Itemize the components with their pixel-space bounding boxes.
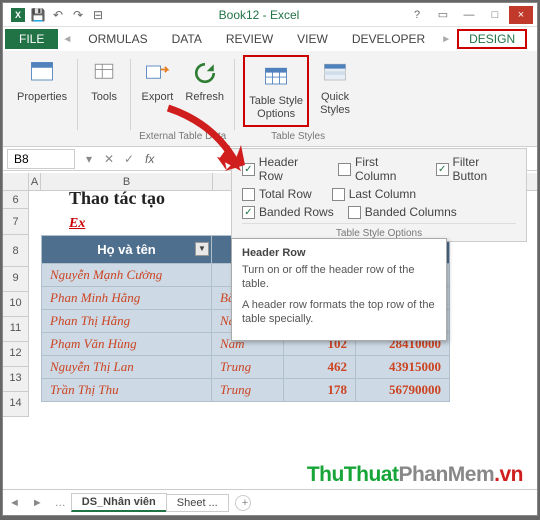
namebox-dropdown-icon[interactable]: ▾ [79,152,99,166]
refresh-button[interactable]: Refresh [183,55,226,106]
panel-label: Table Style Options [242,223,516,239]
sheet-tab-active[interactable]: DS_Nhân viên [71,493,167,512]
opt-banded-columns[interactable]: Banded Columns [348,205,457,219]
tab-design[interactable]: DESIGN [457,29,527,49]
tab-file[interactable]: FILE [5,29,58,49]
col-header-name[interactable]: Họ và tên▼ [42,236,212,264]
row-header[interactable]: 14 [3,392,29,417]
fx-icon[interactable]: fx [139,152,160,166]
checkbox-icon [332,188,345,201]
opt-header-row[interactable]: ✓Header Row [242,155,324,183]
tooltip-body: Turn on or off the header row of the tab… [242,263,436,292]
ribbon-group-tools: Tools [80,55,128,146]
table-row: Trần Thị ThuTrung17856790000 [42,379,450,402]
opt-first-column[interactable]: First Column [338,155,422,183]
quick-styles-icon [319,57,351,89]
sheet-nav-prev-icon[interactable]: ◄ [3,497,26,509]
checkbox-icon: ✓ [436,163,449,176]
select-all-corner[interactable] [3,173,29,190]
table-style-options-icon [260,61,292,93]
table-row: Nguyễn Thị LanTrung46243915000 [42,356,450,379]
checkbox-icon [338,163,351,176]
tools-icon [88,57,120,89]
row-header[interactable]: 13 [3,367,29,392]
properties-button[interactable]: Properties [15,55,69,106]
tab-review[interactable]: REVIEW [214,29,285,49]
opt-last-column[interactable]: Last Column [332,187,416,201]
group-label-styles: Table Styles [243,129,353,146]
checkbox-icon [242,188,255,201]
enter-formula-icon[interactable]: ✓ [119,152,139,166]
maximize-button[interactable]: □ [483,6,507,24]
sheet-tab-bar: ◄ ► … DS_Nhân viên Sheet ... + [3,489,537,515]
checkbox-icon: ✓ [242,163,255,176]
row-header[interactable]: 12 [3,342,29,367]
close-button[interactable]: × [509,6,533,24]
checkbox-icon: ✓ [242,206,255,219]
row-header[interactable]: 11 [3,317,29,342]
tab-developer[interactable]: DEVELOPER [340,29,437,49]
col-header-a[interactable]: A [29,173,41,190]
help-icon[interactable]: ? [405,6,429,24]
tab-data[interactable]: DATA [160,29,214,49]
tab-formulas[interactable]: ORMULAS [76,29,159,49]
ribbon-group-properties: Properties [9,55,75,146]
filter-dropdown-icon[interactable]: ▼ [195,242,209,256]
title-bar: X 💾 ↶ ↷ ⊟ Book12 - Excel ? ▭ — □ × [3,3,537,27]
new-sheet-button[interactable]: + [235,495,251,511]
ribbon-options-icon[interactable]: ▭ [431,6,455,24]
quick-access-toolbar: X 💾 ↶ ↷ ⊟ [3,8,113,22]
checkbox-icon [348,206,361,219]
quick-styles-button[interactable]: Quick Styles [317,55,353,119]
opt-total-row[interactable]: Total Row [242,187,312,201]
row-header[interactable]: 8 [3,235,29,267]
sheet-nav-next-icon[interactable]: ► [26,497,49,509]
window-title: Book12 - Excel [113,8,405,22]
excel-icon: X [11,8,25,22]
ribbon-group-table-styles: Table Style Options Quick Styles Table S… [237,55,359,146]
highlight-annotation: Table Style Options [243,55,309,127]
save-icon[interactable]: 💾 [31,8,45,22]
ribbon: Properties Tools [3,51,537,147]
tab-scroll-right-icon[interactable]: ► [437,34,455,45]
row-headers: 6 7 8 9 10 11 12 13 14 [3,191,29,417]
tooltip-header-row: Header Row Turn on or off the header row… [231,238,447,341]
tab-view[interactable]: VIEW [285,29,340,49]
sheet-tab[interactable]: Sheet ... [166,494,229,512]
group-label-external: External Table Data [139,129,226,146]
minimize-button[interactable]: — [457,6,481,24]
row-header[interactable]: 9 [3,267,29,292]
excel-window: X 💾 ↶ ↷ ⊟ Book12 - Excel ? ▭ — □ × FILE … [2,2,538,516]
undo-icon[interactable]: ↶ [51,8,65,22]
name-box[interactable] [7,149,75,169]
tooltip-body: A header row formats the top row of the … [242,298,436,327]
opt-banded-rows[interactable]: ✓Banded Rows [242,205,334,219]
export-button[interactable]: Export [139,55,175,106]
sheet-nav-more-icon[interactable]: … [49,497,72,509]
table-style-options-panel: ✓Header Row First Column ✓Filter Button … [231,148,527,242]
row-header[interactable]: 6 [3,191,29,209]
table-style-options-button[interactable]: Table Style Options [247,59,305,123]
properties-icon [26,57,58,89]
touch-mode-icon[interactable]: ⊟ [91,8,105,22]
opt-filter-button[interactable]: ✓Filter Button [436,155,516,183]
export-icon [141,57,173,89]
row-header[interactable]: 10 [3,292,29,317]
tools-button[interactable]: Tools [86,55,122,106]
ribbon-group-external: Export Refresh External Table Data [133,55,232,146]
tooltip-title: Header Row [242,247,436,259]
ribbon-tabs: FILE ◄ ORMULAS DATA REVIEW VIEW DEVELOPE… [3,27,537,51]
refresh-icon [189,57,221,89]
redo-icon[interactable]: ↷ [71,8,85,22]
tab-scroll-left-icon[interactable]: ◄ [58,34,76,45]
row-header[interactable]: 7 [3,209,29,235]
system-controls: ? ▭ — □ × [405,6,537,24]
cancel-formula-icon[interactable]: ✕ [99,152,119,166]
